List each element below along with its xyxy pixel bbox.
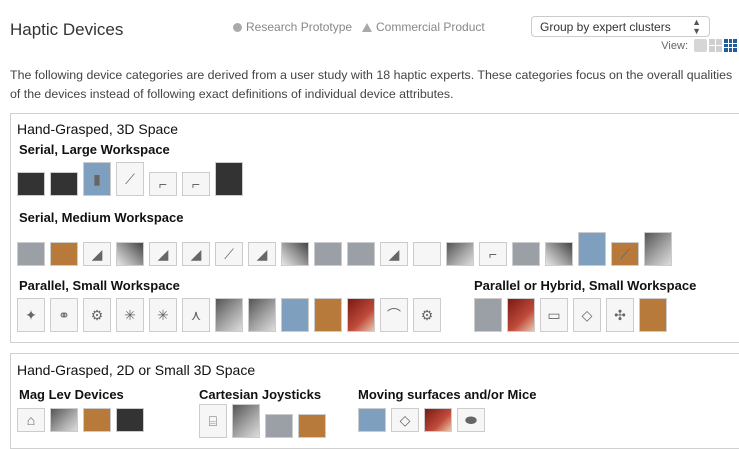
subcategory-serial-medium: Serial, Medium Workspace: [19, 210, 184, 225]
device-thumbnail[interactable]: [545, 242, 573, 266]
device-thumbnail[interactable]: ⚙: [413, 298, 441, 332]
device-thumbnail[interactable]: [644, 232, 672, 266]
device-thumbnail[interactable]: [474, 298, 502, 332]
device-thumbnail[interactable]: ◇: [573, 298, 601, 332]
device-thumbnail[interactable]: [17, 242, 45, 266]
device-thumbnail[interactable]: [215, 298, 243, 332]
device-thumbnail[interactable]: [248, 298, 276, 332]
device-thumbnail[interactable]: ✦: [17, 298, 45, 332]
subcategory-moving-surfaces-mice: Moving surfaces and/or Mice: [358, 387, 536, 402]
device-thumbs-mag-lev: ⌂: [17, 408, 149, 432]
intro-text: The following device categories are deri…: [10, 68, 733, 101]
device-thumbs-serial-medium: ◢ ◢ ◢ ⟋ ◢ ◢ ⌐ ⟋: [17, 232, 677, 266]
device-thumbnail[interactable]: [17, 172, 45, 196]
device-thumbnail[interactable]: [413, 242, 441, 266]
circle-icon: [233, 22, 242, 32]
view-label: View:: [661, 39, 688, 52]
subcategory-serial-large: Serial, Large Workspace: [19, 142, 170, 157]
device-thumbnail[interactable]: ▭: [540, 298, 568, 332]
subcategory-title: Parallel or Hybrid, Small Workspace: [474, 278, 697, 293]
triangle-icon: [362, 22, 372, 32]
subcategory-title: Serial, Medium Workspace: [19, 210, 184, 225]
device-thumbnail[interactable]: ✳: [116, 298, 144, 332]
legend-research-prototype-label: Research Prototype: [246, 20, 353, 34]
device-thumbnail[interactable]: ⌐: [479, 242, 507, 266]
page-title: Haptic Devices: [10, 20, 124, 39]
device-thumbnail[interactable]: [314, 298, 342, 332]
device-thumbnail[interactable]: ⌸: [199, 404, 227, 438]
group-by-selected-value: Group by expert clusters: [540, 19, 671, 34]
device-thumbnail[interactable]: ⟋: [215, 242, 243, 266]
device-thumbnail[interactable]: [358, 408, 386, 432]
device-thumbnail[interactable]: [446, 242, 474, 266]
view-switcher: View:: [661, 39, 737, 52]
device-thumbnail[interactable]: [281, 242, 309, 266]
device-thumbnail[interactable]: ⌂: [17, 408, 45, 432]
subcategory-mag-lev: Mag Lev Devices: [19, 387, 124, 402]
subcategory-title: Parallel, Small Workspace: [19, 278, 180, 293]
device-thumbnail[interactable]: ▮: [83, 162, 111, 196]
device-thumbnail[interactable]: [639, 298, 667, 332]
device-thumbnail[interactable]: ✳: [149, 298, 177, 332]
device-thumbs-serial-large: ▮ ⟋ ⌐ ⌐: [17, 162, 248, 196]
device-thumbnail[interactable]: [507, 298, 535, 332]
device-thumbs-moving-surfaces-mice: ◇ ⬬: [358, 408, 490, 432]
device-thumbnail[interactable]: [347, 242, 375, 266]
device-thumbs-cartesian-joysticks: ⌸: [199, 404, 331, 438]
subcategory-parallel-small: Parallel, Small Workspace: [19, 278, 180, 293]
device-thumbnail[interactable]: [424, 408, 452, 432]
device-thumbnail[interactable]: ⬬: [457, 408, 485, 432]
device-thumbnail[interactable]: ⚭: [50, 298, 78, 332]
view-small-icon[interactable]: [724, 39, 737, 52]
device-thumbnail[interactable]: ⋏: [182, 298, 210, 332]
device-thumbnail[interactable]: ◢: [248, 242, 276, 266]
device-thumbnail[interactable]: ⚙: [83, 298, 111, 332]
device-thumbnail[interactable]: [116, 242, 144, 266]
device-thumbnail[interactable]: ◢: [380, 242, 408, 266]
device-thumbnail[interactable]: ◢: [149, 242, 177, 266]
cluster-title: Hand-Grasped, 3D Space: [17, 121, 179, 137]
device-thumbnail[interactable]: ⟋: [116, 162, 144, 196]
subcategory-cartesian-joysticks: Cartesian Joysticks: [199, 387, 321, 402]
subcategory-title: Cartesian Joysticks: [199, 387, 322, 402]
subcategory-title: Moving surfaces and/or Mice: [358, 387, 537, 402]
device-thumbnail[interactable]: ✣: [606, 298, 634, 332]
device-thumbnail[interactable]: [116, 408, 144, 432]
device-thumbs-parallel-small: ✦ ⚭ ⚙ ✳ ✳ ⋏ ⌒ ⚙: [17, 298, 446, 332]
select-arrows-icon: ▲ ▼: [692, 16, 701, 36]
device-thumbnail[interactable]: [298, 414, 326, 438]
legend-research-prototype: Research Prototype: [233, 20, 352, 34]
device-thumbnail[interactable]: ⌐: [149, 172, 177, 196]
group-by-select[interactable]: Group by expert clusters ▲ ▼: [531, 16, 710, 37]
device-thumbnail[interactable]: [50, 242, 78, 266]
device-thumbnail[interactable]: [83, 408, 111, 432]
device-thumbnail[interactable]: [265, 414, 293, 438]
device-thumbnail[interactable]: ◢: [83, 242, 111, 266]
cluster-title: Hand-Grasped, 2D or Small 3D Space: [17, 362, 256, 378]
cluster-hand-grasped-3d: Hand-Grasped, 3D Space Serial, Large Wor…: [10, 113, 739, 343]
view-large-icon[interactable]: [694, 39, 707, 52]
device-thumbnail[interactable]: ◇: [391, 408, 419, 432]
subcategory-title: Mag Lev Devices: [19, 387, 124, 402]
device-thumbnail[interactable]: [50, 172, 78, 196]
device-thumbnail[interactable]: [347, 298, 375, 332]
device-thumbnail[interactable]: [512, 242, 540, 266]
subcategory-title: Serial, Large Workspace: [19, 142, 170, 157]
device-thumbnail[interactable]: [215, 162, 243, 196]
legend-commercial-product-label: Commercial Product: [376, 20, 485, 34]
device-thumbnail[interactable]: [50, 408, 78, 432]
device-thumbnail[interactable]: ⟋: [611, 242, 639, 266]
device-thumbnail[interactable]: [314, 242, 342, 266]
device-thumbnail[interactable]: ⌐: [182, 172, 210, 196]
device-thumbs-parallel-hybrid-small: ▭ ◇ ✣: [474, 298, 672, 332]
device-thumbnail[interactable]: [281, 298, 309, 332]
legend-commercial-product: Commercial Product: [362, 20, 485, 34]
cluster-hand-grasped-2d: Hand-Grasped, 2D or Small 3D Space Mag L…: [10, 353, 739, 449]
device-thumbnail[interactable]: ◢: [182, 242, 210, 266]
view-medium-icon[interactable]: [709, 39, 722, 52]
device-thumbnail[interactable]: [578, 232, 606, 266]
subcategory-parallel-hybrid-small: Parallel or Hybrid, Small Workspace: [474, 278, 696, 293]
device-thumbnail[interactable]: ⌒: [380, 298, 408, 332]
device-thumbnail[interactable]: [232, 404, 260, 438]
